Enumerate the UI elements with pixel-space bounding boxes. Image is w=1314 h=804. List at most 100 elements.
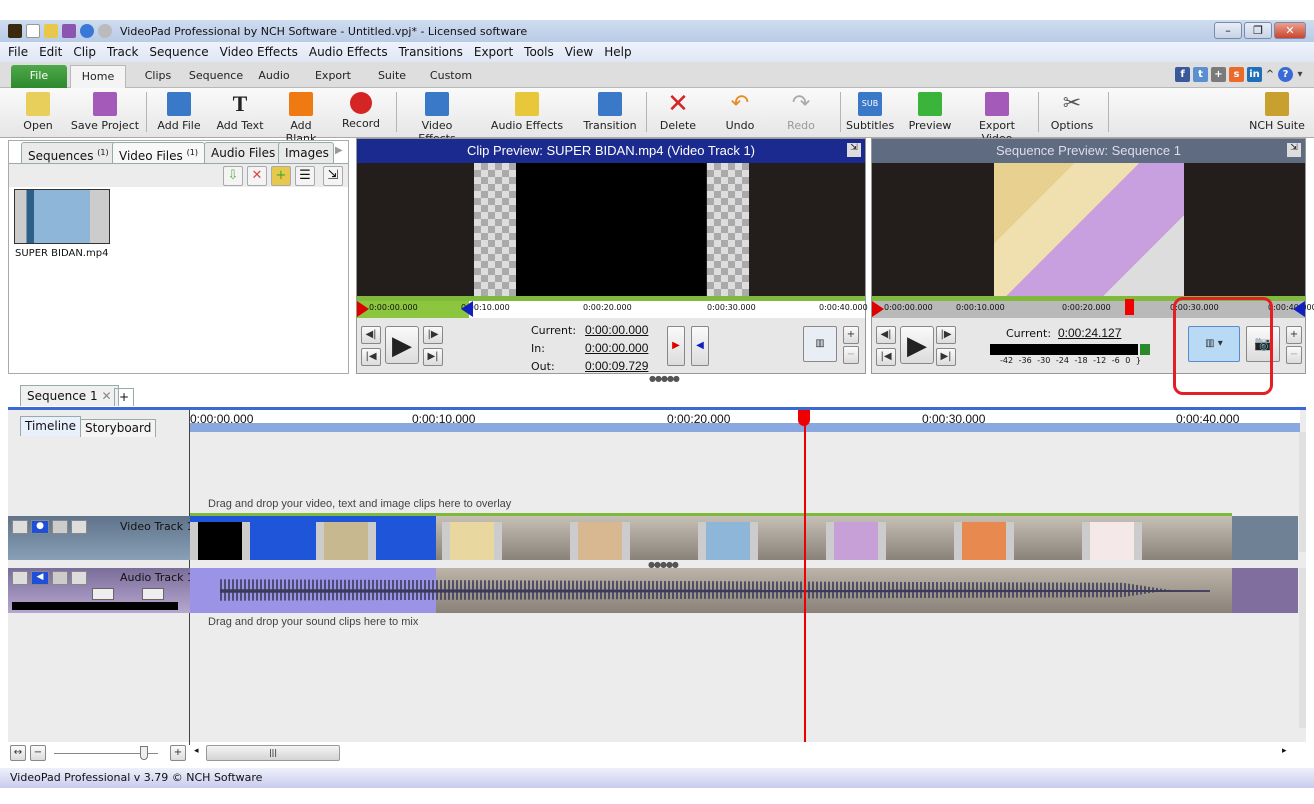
redo-icon[interactable]: [98, 24, 112, 38]
tabs-scroll-right-icon[interactable]: ▶: [335, 145, 343, 156]
add-file-icon[interactable]: +: [271, 166, 291, 186]
undock-icon[interactable]: ⇲: [1287, 143, 1301, 157]
transition-button[interactable]: Transition: [582, 90, 638, 136]
audio-scrollbar[interactable]: [1299, 568, 1306, 728]
eye-icon[interactable]: ●: [31, 520, 49, 534]
in-time[interactable]: 0:00:00.000: [585, 341, 648, 355]
collapse-track-icon[interactable]: [12, 571, 28, 585]
add-file-button[interactable]: Add File: [156, 90, 202, 136]
place-on-sequence-button[interactable]: ▥: [803, 326, 837, 362]
tab-sequence[interactable]: Sequence: [186, 65, 246, 88]
minimize-button[interactable]: –: [1214, 22, 1242, 39]
tab-audio-files[interactable]: Audio Files: [204, 142, 283, 163]
menu-sequence[interactable]: Sequence: [149, 45, 208, 59]
stumbleupon-icon[interactable]: s: [1229, 67, 1244, 82]
save-icon[interactable]: [62, 24, 76, 38]
redo-button[interactable]: ↷ Redo: [784, 90, 818, 136]
tab-sequence-1[interactable]: Sequence 1 ✕: [20, 385, 119, 406]
facebook-icon[interactable]: f: [1175, 67, 1190, 82]
menu-export[interactable]: Export: [474, 45, 513, 59]
close-button[interactable]: ✕: [1274, 22, 1306, 39]
timeline-ruler[interactable]: 0:00:00.000 0:00:10.000 0:00:20.000 0:00…: [190, 410, 1300, 432]
undo-icon[interactable]: [80, 24, 94, 38]
tab-audio[interactable]: Audio: [254, 65, 294, 88]
menu-clip[interactable]: Clip: [73, 45, 96, 59]
tab-file[interactable]: File: [11, 65, 67, 88]
options-button[interactable]: ✂ Options: [1048, 90, 1096, 136]
tab-sequences[interactable]: Sequences (1): [21, 142, 116, 163]
save-project-button[interactable]: Save Project: [70, 90, 140, 136]
go-to-end-button[interactable]: ▶|: [936, 348, 956, 366]
playhead-handle[interactable]: [798, 410, 810, 426]
prev-frame-button[interactable]: ◀|: [361, 326, 381, 344]
collapse-ribbon-icon[interactable]: ^: [1265, 67, 1275, 82]
tab-storyboard[interactable]: Storyboard: [80, 419, 157, 437]
set-out-point-button[interactable]: ◀: [691, 326, 709, 366]
help-icon[interactable]: ?: [1278, 67, 1293, 82]
menu-transitions[interactable]: Transitions: [399, 45, 463, 59]
undock-icon[interactable]: ⇲: [323, 166, 343, 186]
pan-slider-handle[interactable]: [142, 588, 164, 600]
zoom-out-button[interactable]: −: [30, 745, 46, 761]
solo-icon[interactable]: [52, 520, 68, 534]
tab-custom[interactable]: Custom: [426, 65, 476, 88]
open-folder-icon[interactable]: [44, 24, 58, 38]
delete-button[interactable]: ✕ Delete: [658, 90, 698, 136]
help-dropdown-icon[interactable]: ▾: [1296, 67, 1304, 82]
play-button[interactable]: ▶: [900, 326, 934, 364]
menu-file[interactable]: File: [8, 45, 28, 59]
zoom-out-button[interactable]: −: [1286, 346, 1302, 364]
clip-scrub-bar[interactable]: 0:00:00.000 0:00:10.000 0:00:20.000 0:00…: [357, 296, 868, 318]
playhead-marker[interactable]: [1125, 299, 1134, 315]
play-button[interactable]: ▶: [385, 326, 419, 364]
menu-view[interactable]: View: [565, 45, 593, 59]
volume-slider-handle[interactable]: [92, 588, 114, 600]
add-blank-button[interactable]: Add Blank: [274, 90, 328, 145]
zoom-in-button[interactable]: +: [170, 745, 186, 761]
audio-effects-button[interactable]: Audio Effects: [490, 90, 564, 136]
go-to-start-button[interactable]: |◀: [876, 348, 896, 366]
record-button[interactable]: Record: [338, 90, 384, 136]
video-effects-button[interactable]: Video Effects: [402, 90, 472, 145]
prev-frame-button[interactable]: ◀|: [876, 326, 896, 344]
collapse-track-icon[interactable]: [12, 520, 28, 534]
google-plus-icon[interactable]: +: [1211, 67, 1226, 82]
remove-file-icon[interactable]: ✕: [247, 166, 267, 186]
current-time[interactable]: 0:00:00.000: [585, 323, 648, 337]
fit-timeline-button[interactable]: ↔: [10, 745, 26, 761]
add-sequence-button[interactable]: +: [114, 388, 134, 406]
lock-icon[interactable]: [71, 571, 87, 585]
undock-icon[interactable]: ⇲: [847, 143, 861, 157]
go-to-end-button[interactable]: ▶|: [423, 348, 443, 366]
in-marker[interactable]: [357, 301, 369, 317]
export-video-button[interactable]: Export Video: [962, 90, 1032, 145]
menu-audio-effects[interactable]: Audio Effects: [309, 45, 388, 59]
list-view-icon[interactable]: ☰: [295, 166, 315, 186]
out-time[interactable]: 0:00:09.729: [585, 359, 648, 373]
tab-home[interactable]: Home: [70, 65, 126, 88]
end-marker[interactable]: [1293, 301, 1305, 317]
tab-suite[interactable]: Suite: [374, 65, 410, 88]
zoom-in-button[interactable]: +: [843, 326, 859, 344]
linkedin-icon[interactable]: in: [1247, 67, 1262, 82]
menu-track[interactable]: Track: [107, 45, 138, 59]
tab-images[interactable]: Images: [278, 142, 334, 163]
speaker-icon[interactable]: ◀: [31, 571, 49, 585]
next-frame-button[interactable]: |▶: [936, 326, 956, 344]
tab-clips[interactable]: Clips: [138, 65, 178, 88]
tab-video-files[interactable]: Video Files (1): [112, 142, 205, 163]
twitter-icon[interactable]: t: [1193, 67, 1208, 82]
open-button[interactable]: Open: [18, 90, 58, 136]
menu-help[interactable]: Help: [604, 45, 631, 59]
go-to-start-button[interactable]: |◀: [361, 348, 381, 366]
zoom-out-button[interactable]: −: [843, 346, 859, 364]
undo-button[interactable]: ↶ Undo: [722, 90, 758, 136]
video-scrollbar[interactable]: [1299, 432, 1306, 552]
scroll-left-icon[interactable]: ◂: [194, 746, 199, 756]
horizontal-scrollbar-thumb[interactable]: |||: [206, 745, 340, 761]
close-tab-icon[interactable]: ✕: [101, 389, 111, 403]
menu-tools[interactable]: Tools: [524, 45, 554, 59]
menu-video-effects[interactable]: Video Effects: [220, 45, 298, 59]
solo-icon[interactable]: [52, 571, 68, 585]
new-file-icon[interactable]: [26, 24, 40, 38]
